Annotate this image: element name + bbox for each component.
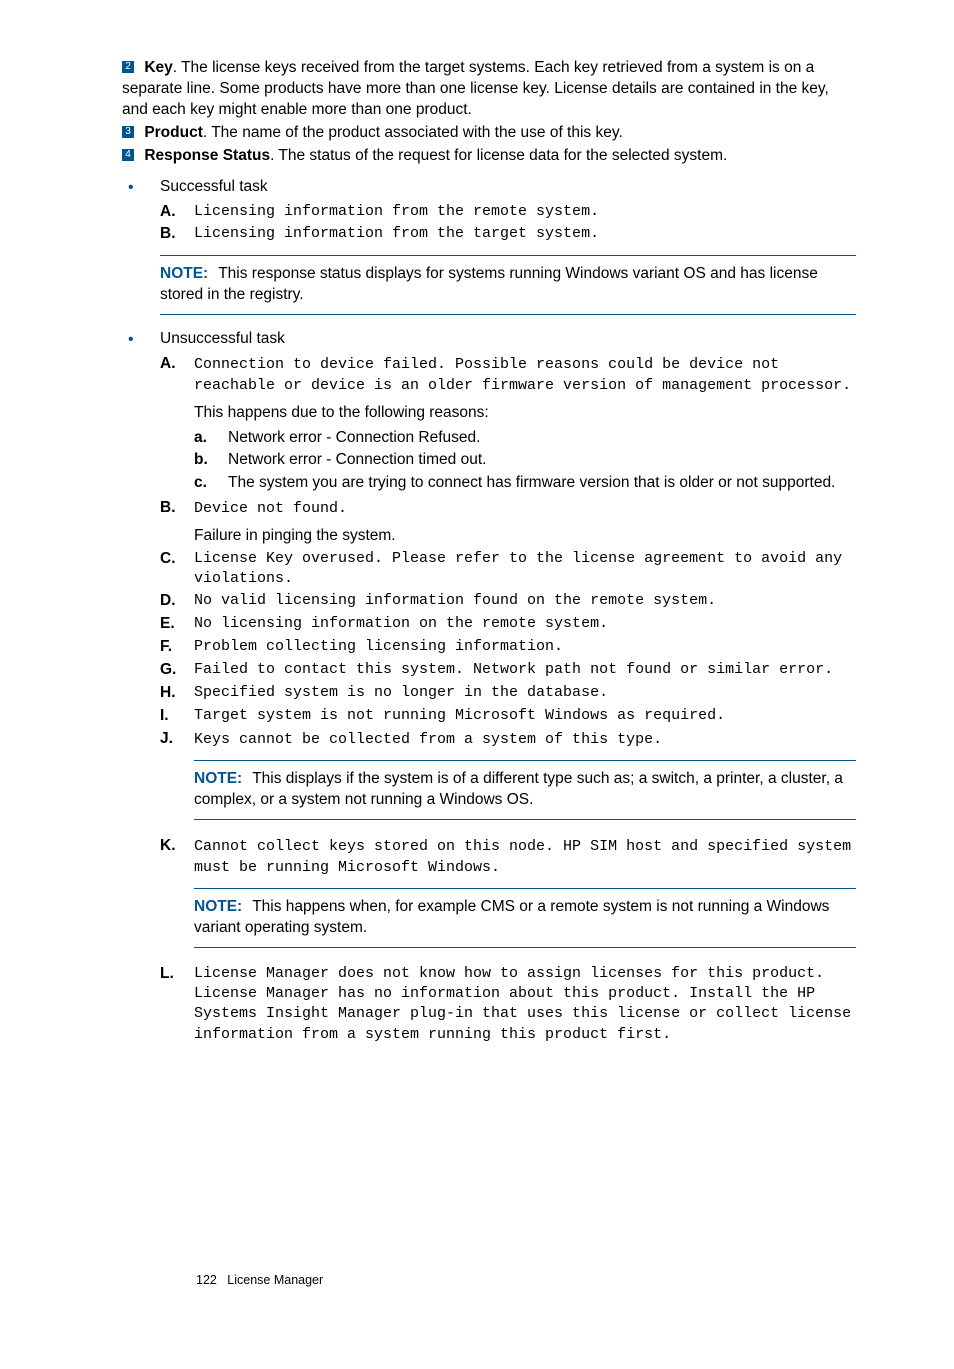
item-text: Specified system is no longer in the dat… xyxy=(194,683,856,704)
note-label: NOTE: xyxy=(194,770,242,787)
item-marker: b. xyxy=(194,450,228,471)
item-marker: I. xyxy=(160,706,194,727)
list-item: D.No valid licensing information found o… xyxy=(160,591,856,612)
list-item: H.Specified system is no longer in the d… xyxy=(160,683,856,704)
item-marker: A. xyxy=(160,202,194,223)
list-item: E.No licensing information on the remote… xyxy=(160,614,856,635)
callout-badge: 4 xyxy=(122,149,134,161)
list-item: L.License Manager does not know how to a… xyxy=(160,964,856,1045)
note-box: NOTE:This response status displays for s… xyxy=(160,255,856,315)
item-text: Connection to device failed. Possible re… xyxy=(194,356,851,394)
term: Product xyxy=(144,124,203,141)
list-item: G.Failed to contact this system. Network… xyxy=(160,660,856,681)
list-item: F.Problem collecting licensing informati… xyxy=(160,637,856,658)
item-marker: D. xyxy=(160,591,194,612)
item-marker: A. xyxy=(160,354,194,496)
bullet-title: Unsuccessful task xyxy=(160,330,285,347)
list-item: B. Device not found. Failure in pinging … xyxy=(160,498,856,546)
list-item: A. Licensing information from the remote… xyxy=(160,202,856,223)
item-marker: K. xyxy=(160,836,194,962)
item-text: Target system is not running Microsoft W… xyxy=(194,706,856,727)
list-item: K. Cannot collect keys stored on this no… xyxy=(160,836,856,962)
callout-badge: 2 xyxy=(122,61,134,73)
list-item: a.Network error - Connection Refused. xyxy=(194,428,856,449)
callout-item: 3 Product. The name of the product assoc… xyxy=(122,123,856,144)
list-item: C.License Key overused. Please refer to … xyxy=(160,549,856,590)
note-text: This happens when, for example CMS or a … xyxy=(194,898,829,936)
bullet-unsuccessful: Unsuccessful task A. Connection to devic… xyxy=(98,329,856,1045)
item-marker: B. xyxy=(160,498,194,546)
item-marker: B. xyxy=(160,224,194,245)
callout-badge: 3 xyxy=(122,126,134,138)
item-text: Failed to contact this system. Network p… xyxy=(194,660,856,681)
item-marker: H. xyxy=(160,683,194,704)
term-text: . The name of the product associated wit… xyxy=(203,124,623,141)
term-text: . The license keys received from the tar… xyxy=(122,59,829,118)
item-marker: J. xyxy=(160,729,194,834)
item-marker: C. xyxy=(160,549,194,590)
item-after: This happens due to the following reason… xyxy=(194,403,856,424)
note-label: NOTE: xyxy=(194,898,242,915)
item-text: Network error - Connection timed out. xyxy=(228,450,856,471)
item-marker: a. xyxy=(194,428,228,449)
item-marker: E. xyxy=(160,614,194,635)
item-text: Network error - Connection Refused. xyxy=(228,428,856,449)
note-text: This displays if the system is of a diff… xyxy=(194,770,843,808)
term-text: . The status of the request for license … xyxy=(270,147,727,164)
item-text: License Key overused. Please refer to th… xyxy=(194,549,856,590)
item-text: Licensing information from the remote sy… xyxy=(194,202,856,223)
note-text: This response status displays for system… xyxy=(160,265,818,303)
item-marker: L. xyxy=(160,964,194,1045)
item-text: Device not found. xyxy=(194,500,347,517)
item-text: The system you are trying to connect has… xyxy=(228,473,856,494)
item-text: Problem collecting licensing information… xyxy=(194,637,856,658)
item-marker: F. xyxy=(160,637,194,658)
bullet-successful: Successful task A. Licensing information… xyxy=(98,177,856,316)
item-text: Keys cannot be collected from a system o… xyxy=(194,731,662,748)
item-after: Failure in pinging the system. xyxy=(194,526,856,547)
item-text: No licensing information on the remote s… xyxy=(194,614,856,635)
bullet-title: Successful task xyxy=(160,178,268,195)
callout-list: 2 Key. The license keys received from th… xyxy=(122,58,856,167)
callout-item: 2 Key. The license keys received from th… xyxy=(122,58,856,121)
list-item: J. Keys cannot be collected from a syste… xyxy=(160,729,856,834)
list-item: B. Licensing information from the target… xyxy=(160,224,856,245)
page-number: 122 xyxy=(196,1273,217,1287)
list-item: c.The system you are trying to connect h… xyxy=(194,473,856,494)
note-box: NOTE:This happens when, for example CMS … xyxy=(194,888,856,948)
item-text: License Manager does not know how to ass… xyxy=(194,964,856,1045)
list-item: b.Network error - Connection timed out. xyxy=(194,450,856,471)
item-text: Cannot collect keys stored on this node.… xyxy=(194,838,851,876)
note-box: NOTE:This displays if the system is of a… xyxy=(194,760,856,820)
item-text: No valid licensing information found on … xyxy=(194,591,856,612)
list-item: A. Connection to device failed. Possible… xyxy=(160,354,856,496)
note-label: NOTE: xyxy=(160,265,208,282)
item-marker: G. xyxy=(160,660,194,681)
callout-item: 4 Response Status. The status of the req… xyxy=(122,146,856,167)
section-title: License Manager xyxy=(227,1273,323,1287)
item-marker: c. xyxy=(194,473,228,494)
term: Response Status xyxy=(144,147,270,164)
page-footer: 122 License Manager xyxy=(196,1272,323,1289)
item-text: Licensing information from the target sy… xyxy=(194,224,856,245)
list-item: I.Target system is not running Microsoft… xyxy=(160,706,856,727)
term: Key xyxy=(144,59,172,76)
